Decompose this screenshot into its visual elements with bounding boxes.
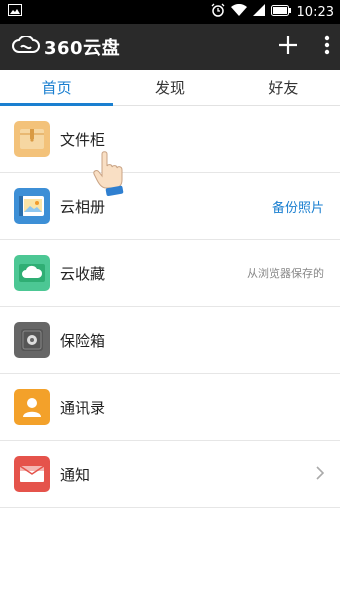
app-logo: 360云盘 xyxy=(12,34,278,60)
list-item-label: 通讯录 xyxy=(60,398,106,417)
alarm-icon xyxy=(211,3,225,21)
list-item-file-cabinet[interactable]: 文件柜 xyxy=(0,106,340,173)
app-title: 360云盘 xyxy=(44,38,121,59)
contacts-icon xyxy=(14,389,50,425)
list-item-label: 通知 xyxy=(60,465,91,484)
list-item-label: 保险箱 xyxy=(60,331,106,350)
list-item-cloud-favorites[interactable]: 云收藏 从浏览器保存的 xyxy=(0,240,340,307)
list-item-label: 云收藏 xyxy=(60,264,106,283)
status-bar: 10:23 xyxy=(0,0,340,24)
tab-home[interactable]: 首页 xyxy=(0,70,114,106)
status-time: 10:23 xyxy=(296,4,334,20)
backup-photos-link[interactable]: 备份照片 xyxy=(272,197,324,216)
wifi-icon xyxy=(230,3,247,20)
status-right: 10:23 xyxy=(211,3,334,21)
cloud-icon xyxy=(14,255,50,291)
list-item-safe[interactable]: 保险箱 xyxy=(0,307,340,374)
add-icon[interactable] xyxy=(278,35,298,59)
mail-icon xyxy=(14,456,50,492)
photo-album-icon xyxy=(14,188,50,224)
safe-icon xyxy=(14,322,50,358)
list-item-label: 文件柜 xyxy=(60,130,106,149)
app-bar: 360云盘 xyxy=(0,24,340,70)
gallery-notification-icon xyxy=(8,4,22,20)
tab-friends[interactable]: 好友 xyxy=(227,70,340,105)
chevron-right-icon xyxy=(316,464,325,485)
list-item-hint: 从浏览器保存的 xyxy=(247,267,324,280)
list-item-contacts[interactable]: 通讯录 xyxy=(0,374,340,441)
list-item-notifications[interactable]: 通知 xyxy=(0,441,340,508)
folder-icon xyxy=(14,121,50,157)
tab-bar: 首页 发现 好友 xyxy=(0,70,340,106)
cloud-logo-icon xyxy=(12,34,40,58)
more-menu-icon[interactable] xyxy=(324,35,330,59)
list-item-cloud-album[interactable]: 云相册 备份照片 xyxy=(0,173,340,240)
feature-list: 文件柜 云相册 备份照片 云收藏 从浏览器保存的 保险箱 通讯录 通知 xyxy=(0,106,340,508)
app-actions xyxy=(278,35,330,59)
battery-icon xyxy=(270,4,291,20)
signal-icon xyxy=(252,4,265,20)
tap-hand-icon xyxy=(92,150,128,200)
tab-discover[interactable]: 发现 xyxy=(113,70,226,105)
status-left xyxy=(8,4,22,20)
